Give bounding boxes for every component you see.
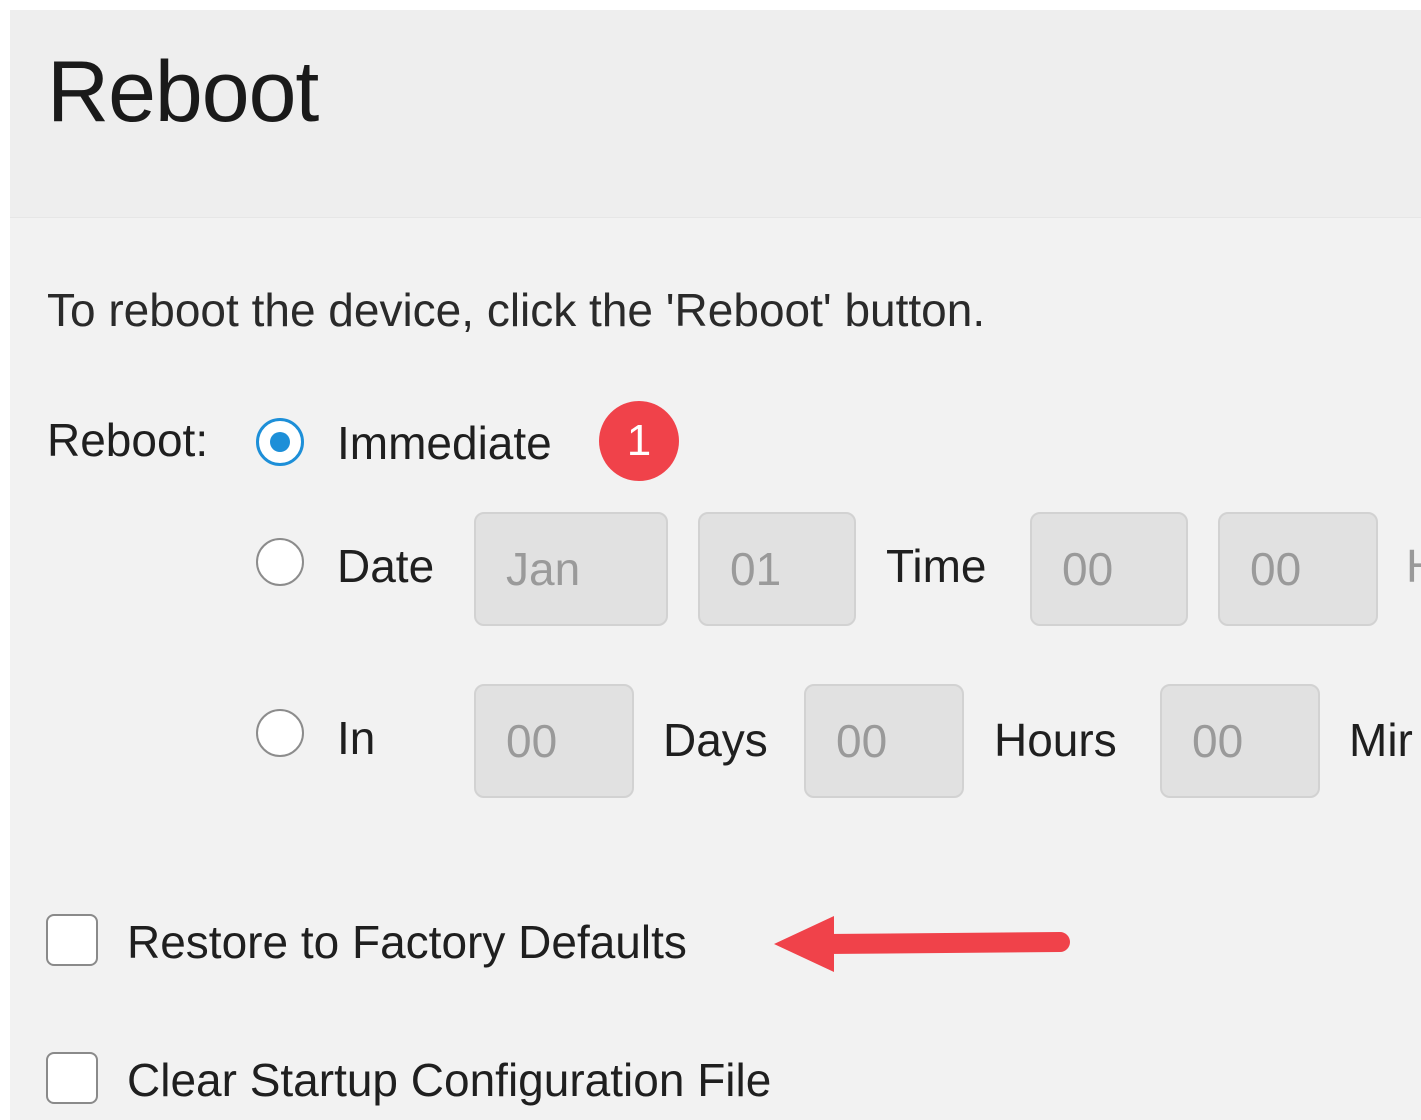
page-header: Reboot [10,10,1421,218]
in-hours-input[interactable]: 00 [804,684,964,798]
time-hour-select[interactable]: 00 [1030,512,1188,626]
page-title: Reboot [47,44,319,140]
radio-immediate[interactable] [256,418,304,466]
minutes-label: Mir [1349,714,1413,766]
time-trailing-label: H [1406,538,1421,594]
radio-date[interactable] [256,538,304,586]
page-description: To reboot the device, click the 'Reboot'… [47,284,986,336]
radio-immediate-label[interactable]: Immediate [337,415,552,471]
restore-factory-defaults-checkbox[interactable] [46,914,98,966]
radio-date-label[interactable]: Date [337,538,434,594]
in-minutes-input[interactable]: 00 [1160,684,1320,798]
clear-startup-config-checkbox[interactable] [46,1052,98,1104]
hours-label: Hours [994,714,1117,766]
date-month-select[interactable]: Jan [474,512,668,626]
restore-factory-defaults-label[interactable]: Restore to Factory Defaults [127,914,687,970]
radio-in-label[interactable]: In [337,710,375,766]
reboot-label: Reboot: [47,414,209,466]
date-day-select[interactable]: 01 [698,512,856,626]
annotation-arrow-icon [774,916,1070,972]
step-number-badge: 1 [599,401,679,481]
days-label: Days [663,714,768,766]
radio-selected-dot [270,432,290,452]
time-label: Time [886,540,987,592]
radio-in[interactable] [256,709,304,757]
time-minute-select[interactable]: 00 [1218,512,1378,626]
reboot-page: Reboot To reboot the device, click the '… [10,10,1421,1120]
in-days-input[interactable]: 00 [474,684,634,798]
clear-startup-config-label[interactable]: Clear Startup Configuration File [127,1052,771,1108]
